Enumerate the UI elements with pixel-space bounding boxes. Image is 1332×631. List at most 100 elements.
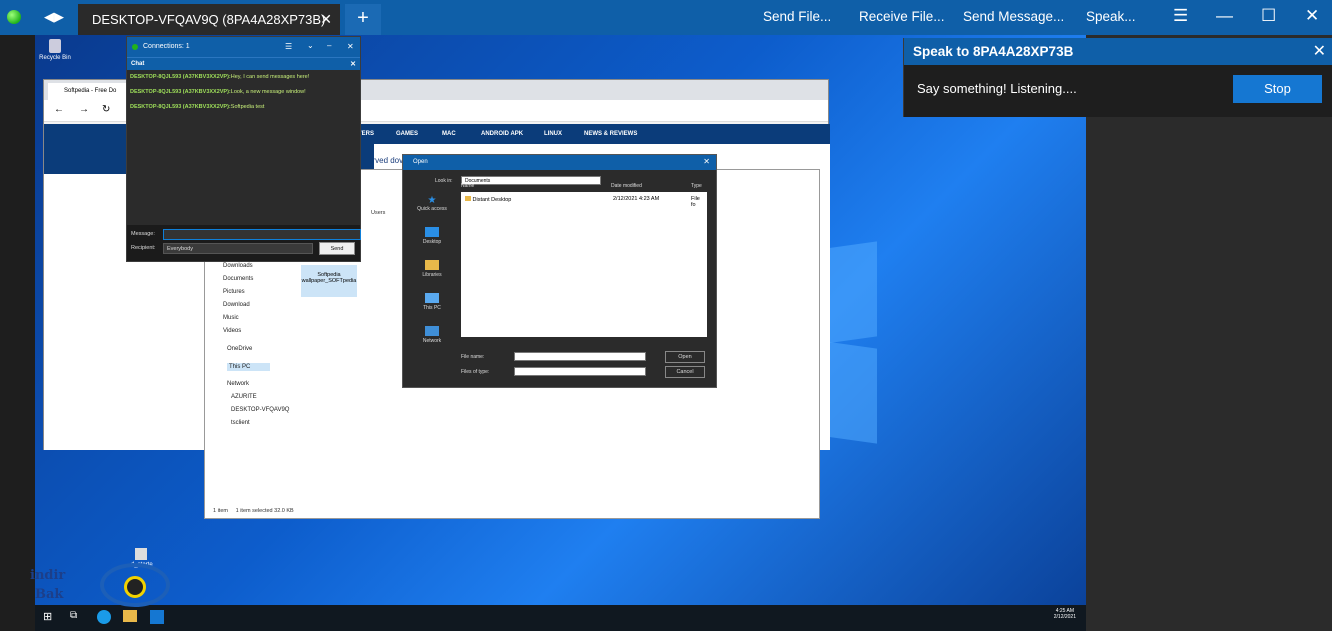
chat-subclose-icon[interactable]: ✕ (350, 60, 356, 68)
nav-this-pc[interactable]: This PC (227, 363, 271, 371)
chat-menu-icon[interactable]: ☰ (285, 42, 292, 51)
nav-music[interactable]: Music (223, 315, 239, 321)
look-in-select[interactable]: Documents (461, 176, 601, 185)
nav-mac[interactable]: MAC (442, 131, 456, 137)
explorer-status-bar: 1 item 1 item selected 32.0 KB (205, 504, 819, 518)
speak-button[interactable]: Speak... (1086, 9, 1136, 24)
minimize-icon[interactable]: — (1216, 6, 1233, 26)
nav-tsclient[interactable]: tsclient (231, 420, 250, 426)
start-icon[interactable]: ⊞ (43, 610, 52, 623)
chat-close-icon[interactable]: ✕ (347, 42, 354, 51)
place-this-pc[interactable]: This PC (413, 293, 451, 311)
column-date[interactable]: Date modified (611, 183, 642, 189)
chat-messages: DESKTOP-8QJL593 (A37KBV3XX2VP):Hey, I ca… (127, 70, 360, 225)
recycle-bin-label: Recycle Bin (39, 55, 71, 61)
chat-message: DESKTOP-8QJL593 (A37KBV3XX2VP):Hey, I ca… (130, 74, 310, 80)
file-name-input[interactable] (514, 352, 646, 361)
nav-network[interactable]: Network (227, 381, 249, 387)
file-item-label: Softpedia wallpaper_SOFTpedia (301, 272, 357, 284)
explorer-breadcrumb[interactable]: Users (371, 210, 385, 216)
recipient-select[interactable]: Everybody (163, 243, 313, 254)
open-file-dialog[interactable]: Open ✕ Look in: Documents ★ Quick access … (402, 154, 717, 388)
receive-file-button[interactable]: Receive File... (859, 9, 945, 24)
nav-linux[interactable]: LINUX (544, 131, 562, 137)
nav-documents[interactable]: Documents (223, 276, 253, 282)
forward-icon[interactable]: → (79, 104, 89, 115)
nav-android[interactable]: ANDROID APK (481, 131, 523, 137)
place-desktop[interactable]: Desktop (413, 227, 451, 245)
back-icon[interactable]: ← (54, 104, 64, 115)
stop-button[interactable]: Stop (1233, 75, 1322, 103)
send-file-button[interactable]: Send File... (763, 9, 831, 24)
chat-window[interactable]: Connections: 1 ☰ ⌄ – ✕ Chat ✕ DESKTOP-8Q… (126, 36, 361, 262)
status-selected: 1 item selected 32.0 KB (235, 508, 294, 514)
watermark-line2: Bak (35, 587, 64, 602)
browser-tab[interactable]: Softpedia - Free Do (48, 83, 138, 100)
close-tab-icon[interactable]: ✕ (320, 11, 332, 28)
place-network[interactable]: Network (413, 326, 451, 344)
remote-app-icon[interactable] (150, 610, 164, 624)
files-of-type-select[interactable] (514, 367, 646, 376)
send-message-button[interactable]: Send Message... (963, 9, 1064, 24)
open-button[interactable]: Open (665, 351, 705, 363)
eye-icon (100, 563, 170, 607)
file-list-row[interactable]: Distant Desktop 2/12/2021 4:23 AM File f… (465, 196, 705, 208)
explorer-icon[interactable] (123, 610, 137, 622)
nav-download[interactable]: Download (223, 302, 250, 308)
message-input[interactable] (163, 229, 361, 240)
cancel-button[interactable]: Cancel (665, 366, 705, 378)
system-tray[interactable]: 4:25 AM 2/12/2021 (1054, 608, 1076, 620)
recipient-value: Everybody (167, 246, 193, 252)
nav-videos[interactable]: Videos (223, 328, 241, 334)
status-item-count: 1 item (213, 508, 228, 514)
close-window-icon[interactable]: ✕ (1305, 6, 1319, 26)
session-tab-title: DESKTOP-VFQAV9Q (8PA4A28XP73B) (92, 12, 326, 27)
files-of-type-label: Files of type: (461, 369, 490, 375)
file-item[interactable]: Softpedia wallpaper_SOFTpedia (301, 265, 357, 297)
session-tab[interactable]: DESKTOP-VFQAV9Q (8PA4A28XP73B) ✕ (78, 4, 340, 35)
chat-collapse-icon[interactable]: ⌄ (307, 41, 314, 50)
speak-panel-header: Speak to 8PA4A28XP73B ✕ (904, 38, 1332, 65)
column-name[interactable]: Name (461, 183, 474, 189)
top-toolbar: ◀▶ DESKTOP-VFQAV9Q (8PA4A28XP73B) ✕ + Se… (0, 0, 1332, 35)
chat-subtitle: Chat ✕ (127, 57, 360, 70)
recycle-bin-icon[interactable]: Recycle Bin (39, 39, 71, 61)
browser-tab-label: Softpedia - Free Do (64, 88, 117, 94)
row-date: 2/12/2021 4:23 AM (613, 196, 660, 202)
clock-date: 2/12/2021 (1053, 614, 1076, 620)
open-dialog-titlebar: Open ✕ (403, 155, 716, 170)
place-libraries[interactable]: Libraries (413, 260, 451, 278)
nav-azurite[interactable]: AZURITE (231, 394, 257, 400)
maximize-icon[interactable]: ☐ (1261, 6, 1276, 26)
online-icon (132, 44, 138, 50)
nav-onedrive[interactable]: OneDrive (227, 346, 252, 352)
task-view-icon[interactable]: ⧉ (70, 610, 77, 621)
new-tab-button[interactable]: + (345, 4, 381, 35)
edge-icon[interactable] (97, 610, 111, 624)
switch-session-icon[interactable]: ◀▶ (44, 9, 64, 25)
watermark-line1: indir (30, 568, 66, 583)
column-type[interactable]: Type (691, 183, 702, 189)
nav-games[interactable]: GAMES (396, 131, 418, 137)
chat-minimize-icon[interactable]: – (327, 41, 331, 50)
chat-titlebar: Connections: 1 ☰ ⌄ – ✕ (127, 37, 360, 57)
send-button[interactable]: Send (319, 242, 355, 255)
nav-news[interactable]: NEWS & REVIEWS (584, 131, 637, 137)
nav-downloads[interactable]: Downloads (223, 263, 253, 269)
speak-panel: Speak to 8PA4A28XP73B ✕ Say something! L… (903, 38, 1332, 117)
chat-message: DESKTOP-8QJL593 (A37KBV3XX2VP):Look, a n… (130, 89, 306, 95)
connections-label: Connections: 1 (143, 43, 190, 50)
file-list[interactable]: Name Date modified Type Distant Desktop … (461, 183, 707, 337)
recipient-label: Recipient: (131, 245, 156, 251)
right-margin (1086, 35, 1332, 631)
nav-pictures[interactable]: Pictures (223, 289, 245, 295)
menu-icon[interactable]: ☰ (1173, 6, 1188, 26)
open-dialog-close-icon[interactable]: ✕ (703, 157, 710, 166)
place-quick-access[interactable]: ★ Quick access (413, 195, 451, 212)
reload-icon[interactable]: ↻ (102, 104, 110, 115)
nav-desktop-pc[interactable]: DESKTOP-VFQAV9Q (231, 407, 289, 413)
chat-label: Chat (131, 61, 145, 67)
speak-status-text: Say something! Listening.... (917, 81, 1077, 96)
remote-taskbar: ⊞ ⧉ 4:25 AM 2/12/2021 (35, 605, 1086, 631)
speak-close-icon[interactable]: ✕ (1313, 41, 1326, 61)
